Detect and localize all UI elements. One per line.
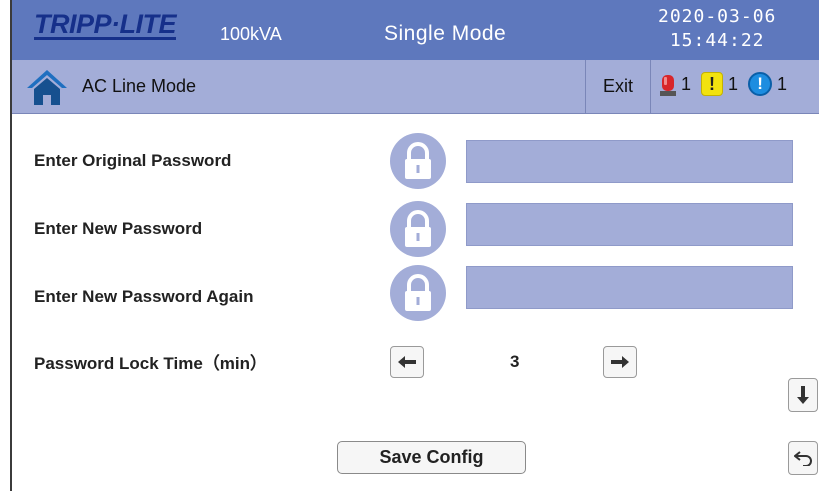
increase-button[interactable] <box>603 346 637 378</box>
info-alarm-count: 1 <box>777 73 788 94</box>
new-password-input[interactable] <box>466 203 793 246</box>
new-password-again-input[interactable] <box>466 266 793 309</box>
alarm-warning[interactable]: ! 1 <box>701 72 738 96</box>
lock-icon[interactable] <box>390 265 446 321</box>
lock-time-label: Password Lock Time（min） <box>34 354 268 373</box>
arrow-left-icon <box>398 356 416 368</box>
arrow-right-icon <box>611 356 629 368</box>
brand-logo: TRIPP·LITE <box>34 9 177 40</box>
home-icon[interactable] <box>26 68 68 106</box>
mode-label: Single Mode <box>384 22 507 45</box>
critical-alarm-count: 1 <box>681 73 692 94</box>
decrease-button[interactable] <box>390 346 424 378</box>
capacity-label: 100kVA <box>220 24 282 44</box>
red-alarm-icon <box>660 75 676 96</box>
new-password-again-label: Enter New Password Again <box>34 287 254 306</box>
save-config-button[interactable]: Save Config <box>337 441 526 474</box>
original-password-label: Enter Original Password <box>34 151 232 170</box>
ups-status-text: AC Line Mode <box>82 76 197 96</box>
alarm-summary: 1 ! 1 ! 1 <box>660 72 797 96</box>
screen: TRIPP·LITE 100kVA Single Mode 2020-03-06… <box>10 0 819 491</box>
scroll-down-button[interactable] <box>788 378 818 412</box>
warning-alarm-count: 1 <box>728 73 739 94</box>
header-bar: TRIPP·LITE 100kVA Single Mode 2020-03-06… <box>12 0 819 60</box>
status-bar: AC Line Mode Exit 1 ! 1 ! 1 <box>12 60 819 114</box>
arrow-down-icon <box>797 386 809 404</box>
new-password-label: Enter New Password <box>34 219 203 238</box>
lock-icon[interactable] <box>390 133 446 189</box>
original-password-input[interactable] <box>466 140 793 183</box>
time-text: 15:44:22 <box>669 30 765 51</box>
date-text: 2020-03-06 <box>658 6 777 27</box>
datetime-display: 2020-03-06 15:44:22 <box>658 5 776 53</box>
exit-button[interactable]: Exit <box>585 60 651 113</box>
yellow-warning-icon: ! <box>701 72 724 96</box>
lock-icon[interactable] <box>390 201 446 257</box>
blue-info-icon: ! <box>748 72 773 96</box>
return-icon <box>794 451 812 466</box>
lock-time-value: 3 <box>510 352 520 371</box>
back-button[interactable] <box>788 441 818 475</box>
alarm-critical[interactable]: 1 <box>660 72 691 96</box>
alarm-info[interactable]: ! 1 <box>748 72 787 96</box>
